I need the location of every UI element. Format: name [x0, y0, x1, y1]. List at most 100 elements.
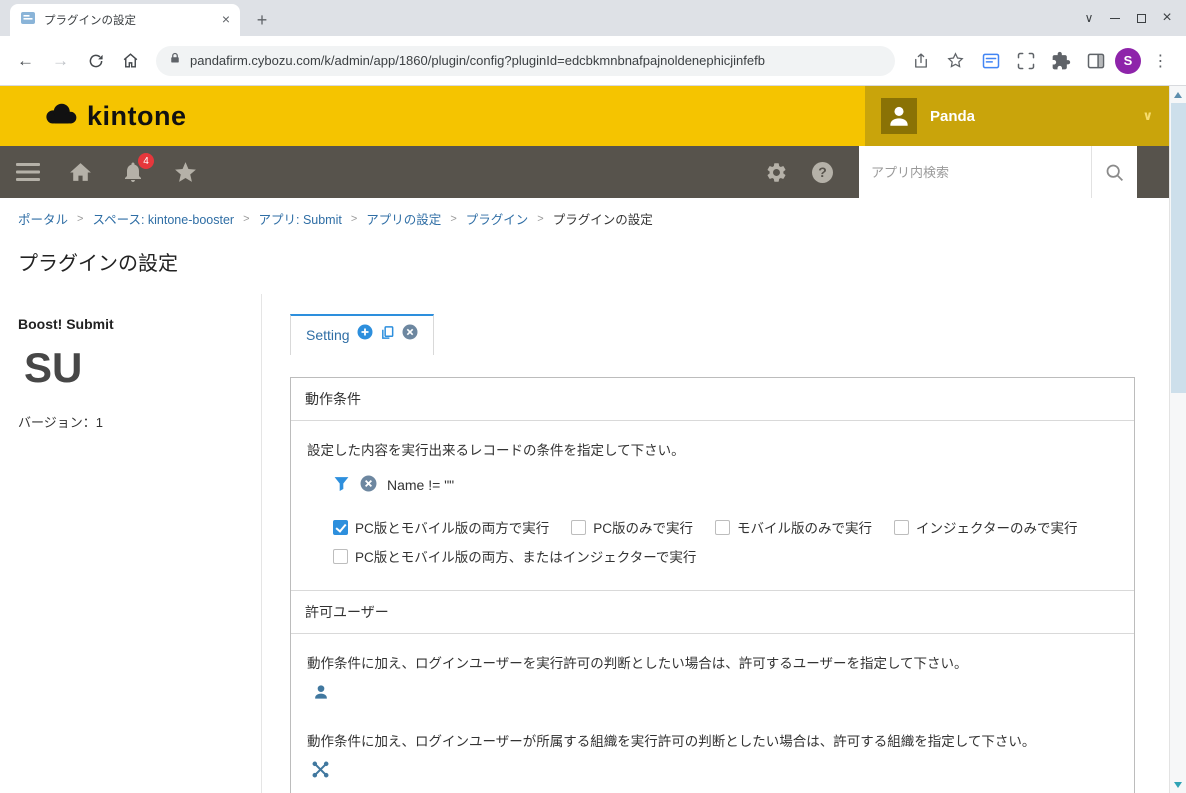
- checkbox-label: モバイル版のみで実行: [737, 521, 873, 536]
- checkbox-box[interactable]: [715, 519, 731, 535]
- window-controls: [1076, 0, 1180, 36]
- extensions-puzzle-icon[interactable]: [1045, 45, 1076, 76]
- app-search-input[interactable]: [859, 146, 1091, 198]
- help-icon[interactable]: [812, 161, 833, 183]
- plugin-config-main: Setting 動作条件 設定した内容を実行出来るレコードの条件を指定して下さい…: [262, 294, 1169, 793]
- breadcrumb-portal[interactable]: ポータル: [18, 209, 68, 228]
- checkbox-label: インジェクターのみで実行: [916, 521, 1078, 536]
- breadcrumb-separator: >: [350, 212, 358, 225]
- select-user-icon[interactable]: [311, 682, 331, 702]
- allowed-users-description: 動作条件に加え、ログインユーザーを実行許可の判断としたい場合は、許可するユーザー…: [307, 656, 968, 671]
- user-menu-chevron-icon: [1142, 107, 1153, 125]
- global-navigation: 4: [0, 146, 1169, 198]
- breadcrumb-separator: >: [243, 212, 250, 225]
- checkbox-run-pc-only[interactable]: PC版のみで実行: [571, 517, 693, 537]
- copy-tab-icon[interactable]: [380, 325, 395, 345]
- breadcrumb-separator: >: [537, 212, 544, 225]
- breadcrumb-app[interactable]: アプリ: Submit: [259, 209, 342, 228]
- search-submit-button[interactable]: [1091, 146, 1137, 198]
- browser-menu-icon[interactable]: [1145, 45, 1176, 76]
- select-organization-icon[interactable]: [311, 760, 330, 779]
- user-name: Panda: [930, 107, 976, 125]
- hamburger-menu-icon[interactable]: [16, 163, 40, 181]
- browser-toolbar: pandafirm.cybozu.com/k/admin/app/1860/pl…: [0, 36, 1186, 86]
- run-mode-checkbox-row-2: PC版とモバイル版の両方、またはインジェクターで実行: [333, 546, 1118, 566]
- kintone-logo[interactable]: kintone: [42, 101, 187, 132]
- users-section-body: 動作条件に加え、ログインユーザーを実行許可の判断としたい場合は、許可するユーザー…: [291, 634, 1134, 793]
- gnav-right-area: [765, 146, 1169, 198]
- portal-home-icon[interactable]: [68, 160, 93, 185]
- checkbox-label: PC版とモバイル版の両方、またはインジェクターで実行: [355, 550, 697, 565]
- checkbox-run-injector-only[interactable]: インジェクターのみで実行: [894, 517, 1078, 537]
- add-tab-icon[interactable]: [357, 324, 373, 345]
- browser-tabstrip: プラグインの設定: [0, 0, 1186, 36]
- delete-tab-icon[interactable]: [402, 324, 418, 345]
- tab-search-chevron-icon[interactable]: [1076, 0, 1102, 36]
- breadcrumb-current: プラグインの設定: [552, 213, 653, 227]
- browser-window: プラグインの設定 pandafirm.cybozu.com/k/admin/ap…: [0, 0, 1186, 793]
- home-button[interactable]: [115, 45, 146, 76]
- plugin-config-box: 動作条件 設定した内容を実行出来るレコードの条件を指定して下さい。 Name !…: [290, 377, 1135, 793]
- page-scrollbar[interactable]: [1169, 86, 1186, 793]
- breadcrumb-plugin[interactable]: プラグイン: [466, 209, 529, 228]
- plugin-icon: SU: [24, 344, 83, 391]
- scrollbar-thumb[interactable]: [1171, 103, 1186, 393]
- scrollbar-down-arrow[interactable]: [1170, 776, 1186, 793]
- url-text: pandafirm.cybozu.com/k/admin/app/1860/pl…: [190, 53, 765, 68]
- back-button[interactable]: [10, 45, 41, 76]
- new-tab-button[interactable]: [248, 6, 276, 34]
- scrollbar-up-arrow[interactable]: [1170, 86, 1186, 103]
- condition-description: 設定した内容を実行出来るレコードの条件を指定して下さい。: [307, 443, 685, 458]
- users-section-header: 許可ユーザー: [291, 590, 1134, 634]
- kintone-logo-text: kintone: [87, 100, 187, 131]
- browser-tab[interactable]: プラグインの設定: [10, 4, 240, 36]
- reload-button[interactable]: [80, 45, 111, 76]
- app-search-box: [859, 146, 1137, 198]
- window-maximize-button[interactable]: [1128, 0, 1154, 36]
- browser-profile-avatar[interactable]: S: [1115, 47, 1141, 74]
- lock-icon[interactable]: [169, 51, 181, 70]
- condition-section-body: 設定した内容を実行出来るレコードの条件を指定して下さい。 Name != "": [291, 421, 1134, 590]
- kintone-cloud-icon: [42, 102, 80, 131]
- allowed-orgs-row: 動作条件に加え、ログインユーザーが所属する組織を実行許可の判断としたい場合は、許…: [307, 730, 1118, 793]
- tab-setting[interactable]: Setting: [290, 314, 434, 355]
- checkbox-run-pc-and-mobile[interactable]: PC版とモバイル版の両方で実行: [333, 517, 549, 537]
- bookmark-star-icon[interactable]: [940, 45, 971, 76]
- forward-button[interactable]: [45, 45, 76, 76]
- checkbox-box[interactable]: [333, 519, 348, 535]
- user-avatar: [881, 98, 917, 134]
- filter-funnel-icon[interactable]: [333, 475, 350, 495]
- checkbox-box[interactable]: [333, 548, 348, 564]
- checkbox-run-both-or-injector[interactable]: PC版とモバイル版の両方、またはインジェクターで実行: [333, 546, 696, 566]
- checkbox-box[interactable]: [571, 519, 587, 535]
- checkbox-box[interactable]: [894, 519, 910, 535]
- breadcrumb-separator: >: [450, 212, 457, 225]
- content-area: Boost! Submit SU バージョン：1 Setting 動作条件 設定…: [0, 294, 1169, 793]
- filter-expression: Name != "": [387, 477, 455, 493]
- favorites-star-icon[interactable]: [173, 160, 198, 185]
- breadcrumb-separator: >: [77, 212, 84, 225]
- kintone-header: kintone Panda: [0, 86, 1169, 146]
- tab-close-icon[interactable]: [222, 11, 230, 29]
- reading-list-extension-icon[interactable]: [975, 45, 1006, 76]
- notification-badge: 4: [138, 153, 154, 169]
- breadcrumb-app-settings[interactable]: アプリの設定: [366, 209, 441, 228]
- checkbox-label: PC版のみで実行: [593, 521, 694, 536]
- run-mode-checkbox-row: PC版とモバイル版の両方で実行 PC版のみで実行 モバイル版のみで実行 インジェ…: [333, 517, 1118, 537]
- settings-gear-icon[interactable]: [765, 161, 788, 184]
- window-close-button[interactable]: [1154, 0, 1180, 36]
- notifications-bell-icon[interactable]: 4: [121, 153, 154, 184]
- tab-favicon-icon: [20, 10, 36, 31]
- address-bar[interactable]: pandafirm.cybozu.com/k/admin/app/1860/pl…: [156, 45, 895, 76]
- checkbox-run-mobile-only[interactable]: モバイル版のみで実行: [715, 517, 872, 537]
- screen-capture-extension-icon[interactable]: [1010, 45, 1041, 76]
- plugin-version: バージョン：1: [18, 415, 103, 430]
- side-panel-icon[interactable]: [1080, 45, 1111, 76]
- filter-clear-icon[interactable]: [360, 475, 377, 495]
- tab-title: プラグインの設定: [44, 15, 136, 27]
- plugin-sidebar: Boost! Submit SU バージョン：1: [0, 294, 262, 793]
- breadcrumb-space[interactable]: スペース: kintone-booster: [92, 209, 234, 228]
- user-menu[interactable]: Panda: [865, 86, 1169, 146]
- window-minimize-button[interactable]: [1102, 0, 1128, 36]
- share-icon[interactable]: [905, 45, 936, 76]
